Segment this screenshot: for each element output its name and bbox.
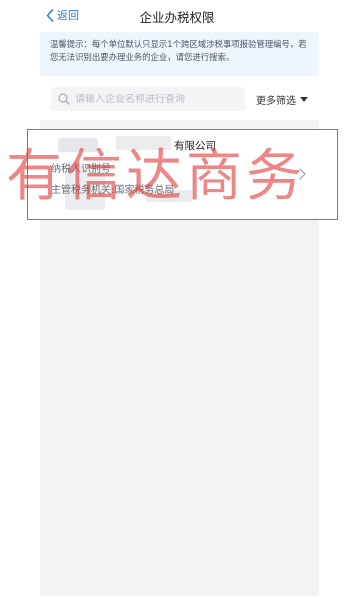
result-card[interactable]: 有限公司 纳税人识别号 主管税务机关:国家税务总局	[27, 129, 338, 220]
more-filter-button[interactable]: 更多筛选	[256, 92, 308, 107]
search-icon	[58, 93, 70, 105]
tax-authority-label: 主管税务机关:国家税务总局	[51, 185, 175, 196]
page-title: 企业办税权限	[139, 10, 215, 25]
redacted-block	[58, 138, 98, 152]
caret-down-icon	[300, 97, 308, 102]
notice-text: 温馨提示：每个单位默认只显示1个跨区域涉税事项报验管理编号，若您无法识别出要办理…	[50, 39, 307, 62]
company-name: 有限公司	[174, 140, 216, 152]
taxpayer-id-label: 纳税人识别号	[51, 164, 111, 175]
search-box[interactable]	[51, 87, 245, 111]
page: 返回 企业办税权限 温馨提示：每个单位默认只显示1个跨区域涉税事项报验管理编号，…	[0, 0, 354, 598]
redacted-block	[116, 136, 171, 150]
notice-banner: 温馨提示：每个单位默认只显示1个跨区域涉税事项报验管理编号，若您无法识别出要办理…	[40, 32, 319, 76]
search-input[interactable]	[75, 93, 245, 105]
header: 返回 企业办税权限	[0, 0, 354, 30]
chevron-right-icon	[299, 168, 306, 180]
filter-label: 更多筛选	[256, 96, 296, 107]
